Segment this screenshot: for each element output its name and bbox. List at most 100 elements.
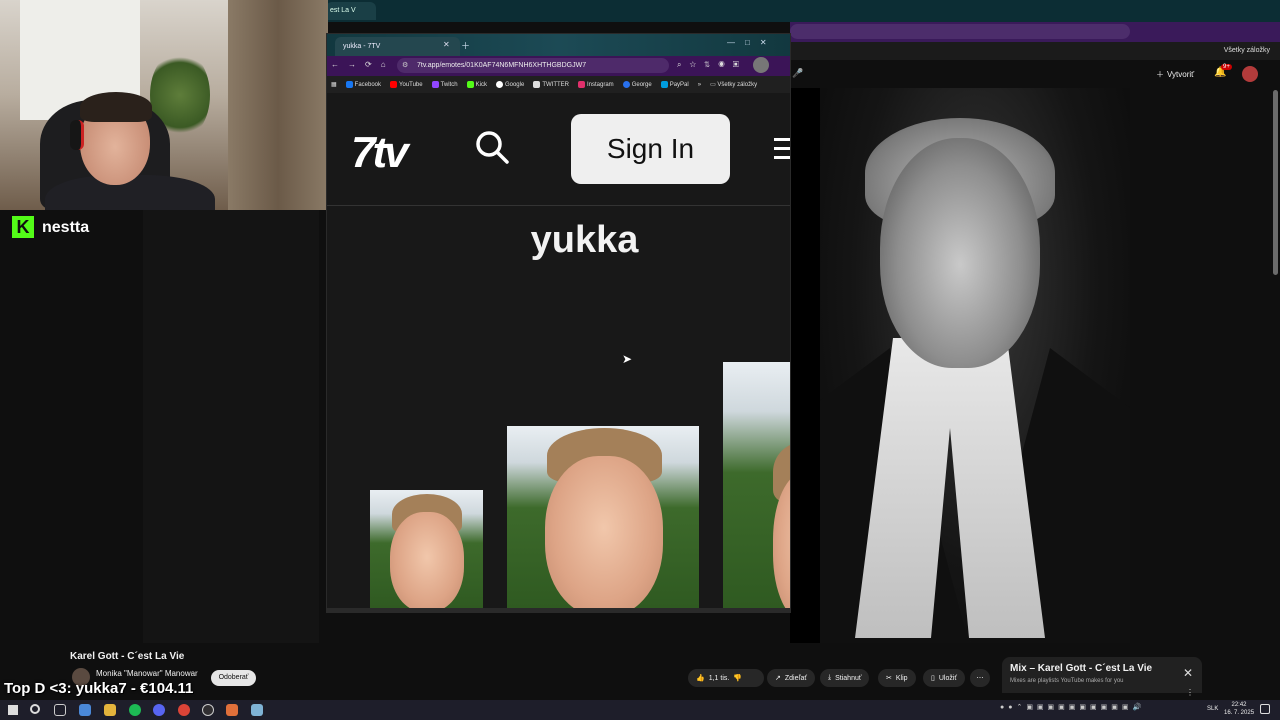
7tv-logo[interactable]: 7tv: [351, 128, 409, 178]
create-button[interactable]: ＋ Vytvoriť: [1156, 66, 1194, 82]
headset-icon: [70, 120, 84, 150]
bookmark-youtube[interactable]: YouTube: [390, 80, 423, 88]
file-explorer-icon[interactable]: [104, 704, 116, 716]
account-avatar[interactable]: [1242, 66, 1258, 82]
share-button[interactable]: ↗ Zdieľať: [767, 669, 816, 687]
save-label: Uložiť: [938, 674, 958, 682]
close-icon[interactable]: ✕: [1183, 666, 1193, 680]
bookmark-kick[interactable]: Kick: [466, 80, 487, 89]
background-address-bar[interactable]: [790, 24, 1130, 39]
save-button[interactable]: ▯ Uložiť: [923, 669, 966, 687]
notification-badge: 9+: [1221, 64, 1232, 70]
emote-preview-large[interactable]: [723, 362, 790, 608]
bookmark-label: George: [631, 82, 652, 89]
emote-face: [545, 456, 663, 608]
like-button[interactable]: 👍 1,1 tis. 👎: [688, 669, 764, 687]
emote-preview-small[interactable]: [370, 490, 483, 608]
thumbs-up-icon: 👍: [696, 675, 705, 682]
language-indicator[interactable]: SLK: [1207, 706, 1218, 712]
bookmarks-folder-label: Všetky záložky: [717, 82, 758, 88]
kick-logo-letter: K: [16, 217, 30, 237]
spotify-icon[interactable]: [129, 704, 141, 716]
emote-title: yukka: [530, 219, 639, 261]
background-tab-title: est La V: [330, 7, 356, 14]
background-bookmarks-folder[interactable]: Všetky záložky: [1224, 47, 1270, 54]
notification-center-icon[interactable]: [1260, 704, 1270, 714]
system-tray-icons[interactable]: ●●⌃▣▣▣▣▣▣▣▣▣▣🔊: [1000, 703, 1145, 711]
page-scrollbar[interactable]: [1273, 90, 1278, 275]
mouse-cursor-icon: ➤: [622, 352, 633, 366]
search-icon[interactable]: [30, 704, 40, 714]
obs-icon[interactable]: [202, 704, 214, 716]
site-info-icon[interactable]: ⚙: [402, 61, 408, 69]
download-button[interactable]: ⤓ Stiahnuť: [820, 669, 870, 687]
bookmark-label: Facebook: [354, 82, 382, 89]
discord-icon[interactable]: [153, 704, 165, 716]
create-label: Vytvoriť: [1167, 69, 1195, 79]
horizontal-scrollbar[interactable]: [327, 608, 790, 612]
background-tab[interactable]: est La V: [326, 2, 376, 20]
bookmark-instagram[interactable]: Instagram: [578, 80, 614, 89]
app-icon[interactable]: [251, 704, 263, 716]
unsubscribe-button[interactable]: Odoberať: [211, 670, 256, 686]
more-icon: ⋯: [976, 675, 984, 682]
navigation-icons[interactable]: ←→⟳⌂: [331, 60, 395, 69]
extension-icons[interactable]: ⌕☆⇅◉▣: [677, 60, 747, 70]
bookmark-twitter[interactable]: TWITTER: [533, 80, 569, 88]
share-label: Zdieľať: [784, 674, 808, 682]
plus-icon: ＋: [1156, 69, 1164, 79]
profile-avatar[interactable]: [753, 57, 769, 73]
close-tab-icon[interactable]: ✕: [443, 40, 450, 49]
more-vertical-icon[interactable]: ⋮: [1186, 688, 1194, 697]
emote-face: [390, 512, 464, 608]
sign-in-button[interactable]: Sign In: [571, 114, 730, 184]
bookmark-label: Twitch: [440, 82, 458, 89]
channel-name[interactable]: Monika "Manowar" Manowar: [96, 669, 198, 678]
thumbs-down-icon[interactable]: 👎: [733, 674, 742, 682]
bookmark-facebook[interactable]: Facebook: [345, 80, 382, 89]
more-actions-button[interactable]: ⋯: [970, 669, 990, 687]
bookmark-label: Kick: [475, 82, 487, 89]
bookmarks-folder[interactable]: ▭ Všetky záložky: [710, 81, 757, 88]
window-controls[interactable]: —□✕: [727, 38, 777, 47]
share-icon: ↗: [775, 675, 781, 682]
url-text: 7tv.app/emotes/01K0AF74N6MFNH6XHTHGBDGJW…: [417, 62, 587, 69]
task-view-icon[interactable]: [54, 704, 66, 716]
bookmark-paypal[interactable]: PayPal: [660, 80, 689, 88]
windows-start-icon[interactable]: [8, 705, 18, 715]
chevron-right-icon[interactable]: »: [698, 82, 701, 88]
scissors-icon: ✂: [886, 675, 892, 682]
emote-preview-medium[interactable]: [507, 426, 699, 608]
widgets-icon[interactable]: [79, 704, 91, 716]
clip-button[interactable]: ✂ Klip: [878, 669, 916, 687]
popup-browser-window: yukka - 7TV ✕ ＋ —□✕ ←→⟳⌂ 7tv.app/emotes/…: [326, 33, 791, 613]
popup-tab[interactable]: yukka - 7TV: [335, 37, 460, 56]
new-tab-icon[interactable]: ＋: [461, 39, 470, 52]
video-title: Karel Gott - C´est La Vie: [70, 651, 185, 662]
clock[interactable]: 22:42 16. 7. 2025: [1224, 701, 1254, 717]
bookmark-george[interactable]: George: [622, 80, 652, 89]
clock-date: 16. 7. 2025: [1224, 710, 1255, 716]
clock-time: 22:42: [1231, 702, 1247, 708]
bookmark-google[interactable]: Google: [495, 80, 524, 88]
youtube-header: [790, 60, 1280, 88]
microphone-icon[interactable]: 🎤: [792, 68, 803, 79]
facebook-icon: [345, 80, 353, 88]
bookmark-twitch[interactable]: Twitch: [431, 80, 458, 89]
steam-icon[interactable]: [226, 704, 238, 716]
search-icon[interactable]: [475, 130, 509, 164]
bookmark-label: Instagram: [587, 82, 614, 89]
apps-icon[interactable]: ▦: [331, 81, 337, 88]
webcam-overlay: [0, 0, 328, 210]
download-icon: ⤓: [828, 674, 832, 681]
mix-title: Mix – Karel Gott - C´est La Vie: [1010, 663, 1153, 674]
address-bar[interactable]: 7tv.app/emotes/01K0AF74N6MFNH6XHTHGBDGJW…: [397, 58, 669, 73]
chrome-icon[interactable]: [178, 704, 190, 716]
streamer-name: nestta: [42, 219, 90, 236]
twitch-icon: [431, 80, 439, 88]
youtube-sidebar: [1130, 88, 1280, 643]
hamburger-menu-icon[interactable]: [774, 138, 790, 160]
bookmark-icon: ▯: [931, 675, 935, 682]
like-count: 1,1 tis.: [708, 674, 730, 682]
youtube-icon: [390, 80, 398, 88]
